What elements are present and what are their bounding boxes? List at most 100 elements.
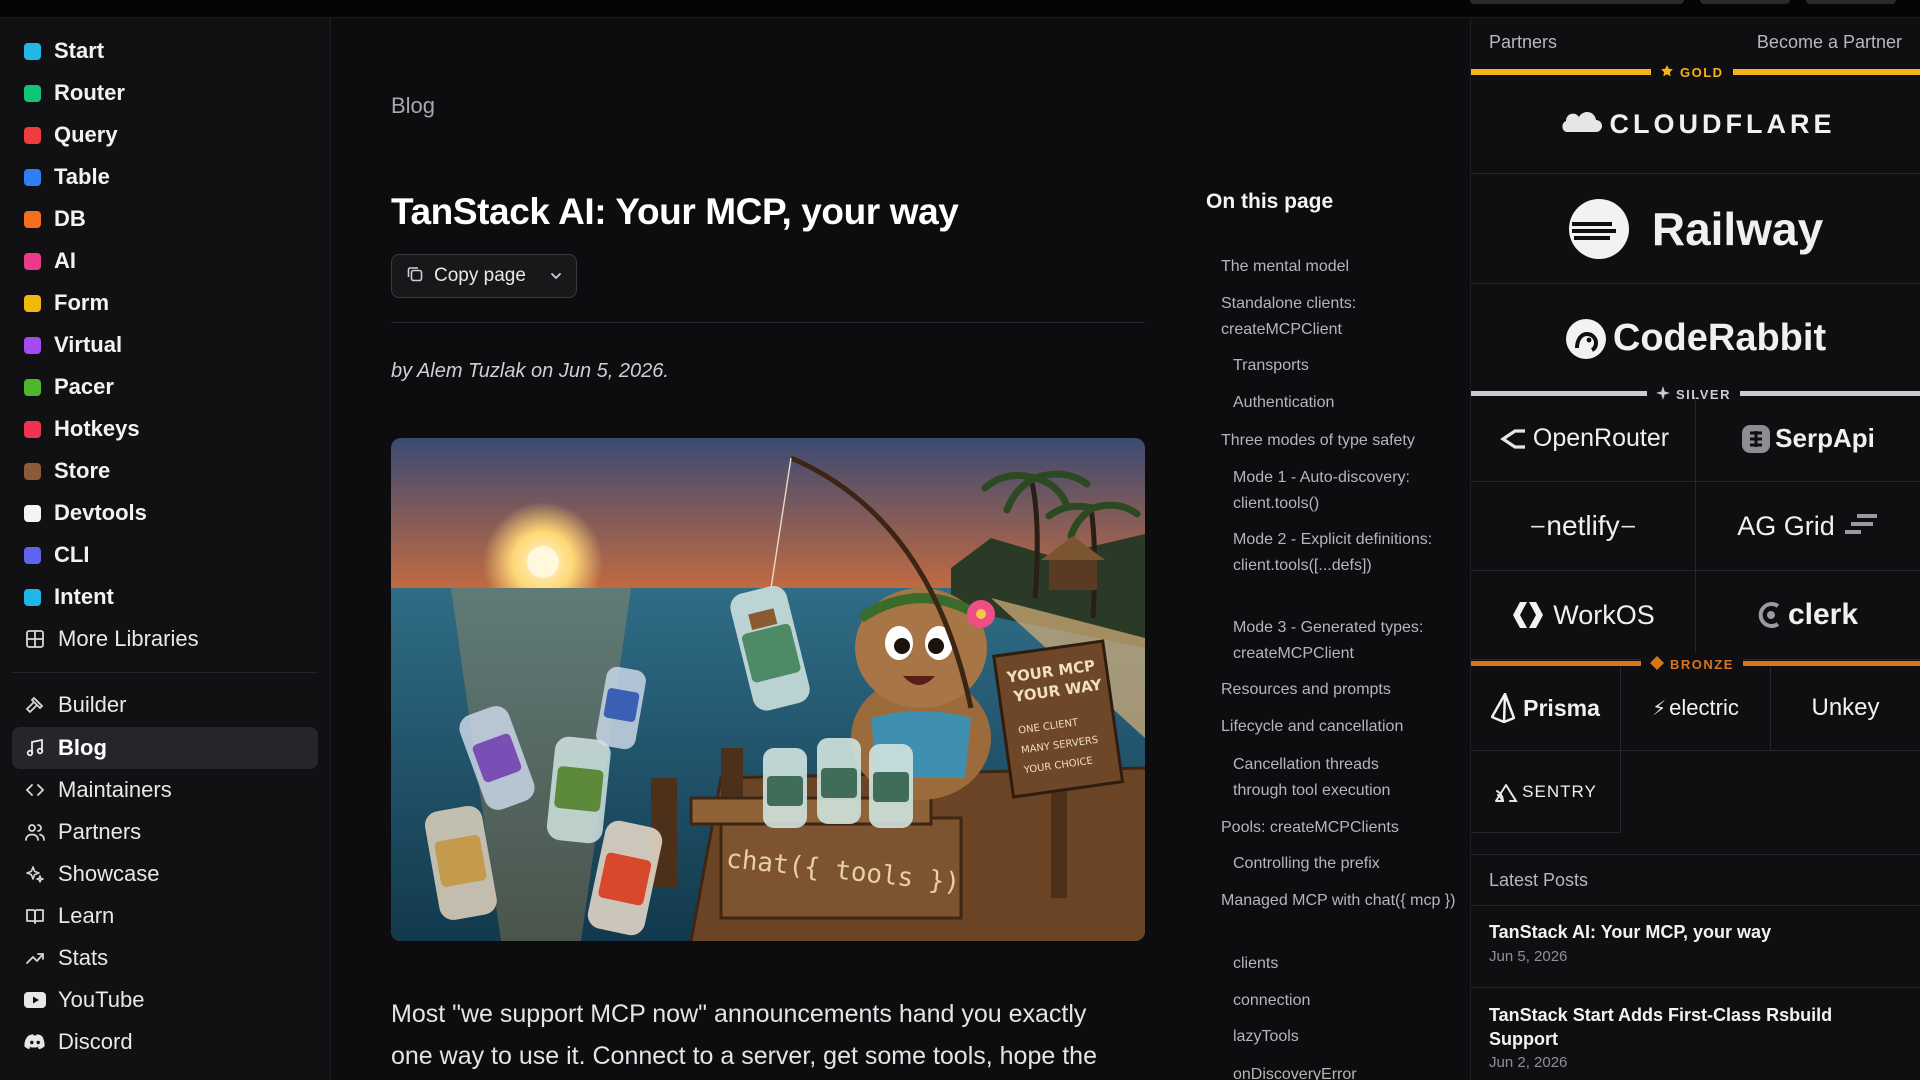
library-table[interactable]: Table <box>24 160 110 194</box>
latest-divider <box>1471 905 1920 906</box>
library-ai[interactable]: AI <box>24 244 76 278</box>
toc-item[interactable]: Mode 2 - Explicit definitions: client.to… <box>1233 527 1433 579</box>
top-control[interactable] <box>1700 0 1790 4</box>
code-brackets-icon <box>24 779 46 801</box>
music-note-icon <box>24 737 46 759</box>
partner-logo-railway[interactable]: Railway <box>1471 174 1920 284</box>
toc-item[interactable]: The mental model <box>1221 254 1457 280</box>
sparkles-icon <box>24 863 46 885</box>
latest-posts-heading: Latest Posts <box>1489 870 1589 890</box>
nav-item-maintainers[interactable]: Maintainers <box>12 769 318 811</box>
toc-item[interactable]: Standalone clients: createMCPClient <box>1221 291 1457 343</box>
library-label: Router <box>54 80 125 105</box>
serpapi-icon <box>1742 424 1771 453</box>
library-label: AI <box>54 248 76 273</box>
nav-label: YouTube <box>58 987 145 1012</box>
library-virtual[interactable]: Virtual <box>24 328 122 362</box>
library-hotkeys[interactable]: Hotkeys <box>24 412 140 446</box>
library-db[interactable]: DB <box>24 202 86 236</box>
partners-heading: Partners <box>1489 32 1558 52</box>
article-body-line: Most "we support MCP now" announcements … <box>391 1000 1087 1028</box>
library-router[interactable]: Router <box>24 76 125 110</box>
toc-item[interactable]: Controlling the prefix <box>1233 851 1457 877</box>
latest-post-title[interactable]: TanStack AI: Your MCP, your way <box>1489 920 1889 944</box>
breadcrumb[interactable]: Blog <box>391 93 435 119</box>
library-intent[interactable]: Intent <box>24 580 114 614</box>
toc-item[interactable]: Mode 1 - Auto-discovery: client.tools() <box>1233 465 1457 517</box>
partner-logo-coderabbit[interactable]: CodeRabbit <box>1471 284 1920 394</box>
copy-icon <box>406 265 424 288</box>
library-color-dot <box>24 42 41 60</box>
cloud-icon <box>1561 112 1602 132</box>
partner-logo-openrouter[interactable]: OpenRouter <box>1471 396 1696 482</box>
partner-logo-serpapi[interactable]: SerpApi <box>1696 396 1920 482</box>
library-pacer[interactable]: Pacer <box>24 370 114 404</box>
copy-page-button[interactable]: Copy page <box>391 254 577 298</box>
library-color-dot <box>24 504 41 522</box>
page-title: TanStack AI: Your MCP, your way <box>391 191 959 232</box>
library-start[interactable]: Start <box>24 34 104 68</box>
toc-item[interactable]: Transports <box>1233 353 1457 379</box>
partner-name: SENTRY <box>1522 781 1597 801</box>
library-label: DB <box>54 206 86 231</box>
more-libraries-link[interactable]: More Libraries <box>24 622 199 656</box>
become-partner-link[interactable]: Become a Partner <box>1757 32 1902 53</box>
toc-item[interactable]: Resources and prompts <box>1221 677 1457 703</box>
nav-item-youtube[interactable]: YouTube <box>12 979 318 1021</box>
chevron-down-icon <box>548 268 564 289</box>
nav-item-learn[interactable]: Learn <box>12 895 318 937</box>
toc-item[interactable]: Three modes of type safety <box>1221 428 1457 454</box>
library-color-dot <box>24 126 41 144</box>
partner-name: Railway <box>1651 202 1824 255</box>
trending-up-icon <box>24 947 46 969</box>
partner-name: electric <box>1669 695 1739 720</box>
sidebar-divider <box>12 672 318 673</box>
library-store[interactable]: Store <box>24 454 110 488</box>
partner-logo-unkey[interactable]: Unkey <box>1771 666 1920 751</box>
library-label: Intent <box>54 584 114 609</box>
latest-post-title[interactable]: TanStack Start Adds First-Class Rsbuild … <box>1489 1003 1889 1051</box>
article-body-line: one way to use it. Connect to a server, … <box>391 1042 1097 1070</box>
library-cli[interactable]: CLI <box>24 538 89 572</box>
users-icon <box>24 821 46 843</box>
toc-item[interactable]: Lifecycle and cancellation <box>1221 714 1457 740</box>
partner-logo-clerk[interactable]: clerk <box>1696 571 1920 660</box>
nav-item-builder[interactable]: Builder <box>12 684 318 726</box>
nav-item-showcase[interactable]: Showcase <box>12 853 318 895</box>
library-devtools[interactable]: Devtools <box>24 496 147 530</box>
toc-item[interactable]: clients <box>1233 951 1457 977</box>
partner-logo-workos[interactable]: WorkOS <box>1471 571 1696 660</box>
partner-name: CodeRabbit <box>1612 317 1827 359</box>
latest-post-date: Jun 2, 2026 <box>1489 1054 1568 1071</box>
library-color-dot <box>24 84 41 102</box>
partner-logo-prisma[interactable]: Prisma <box>1471 666 1621 751</box>
nav-item-stats[interactable]: Stats <box>12 937 318 979</box>
top-control[interactable] <box>1470 0 1684 4</box>
top-control[interactable] <box>1806 0 1896 4</box>
partner-logo-netlify[interactable]: – netlify – <box>1471 482 1696 571</box>
nav-label: Learn <box>58 903 115 928</box>
toc-item[interactable]: Managed MCP with chat({ mcp }) <box>1221 888 1457 914</box>
nav-item-partners[interactable]: Partners <box>12 811 318 853</box>
toc-item[interactable]: Mode 3 - Generated types: createMCPClien… <box>1233 615 1457 667</box>
toc-item[interactable]: connection <box>1233 988 1457 1014</box>
toc-item[interactable]: Authentication <box>1233 390 1457 416</box>
nav-label: Builder <box>58 692 127 717</box>
toc-item[interactable]: onDiscoveryError <box>1233 1062 1457 1080</box>
toc-item[interactable]: Pools: createMCPClients <box>1221 815 1457 841</box>
nav-item-discord[interactable]: Discord <box>12 1021 318 1063</box>
partner-logo-electric[interactable]: ⚡︎ electric <box>1621 666 1771 751</box>
top-bar <box>0 0 1920 18</box>
partner-logo-sentry[interactable]: SENTRY <box>1471 751 1621 833</box>
toc-item[interactable]: lazyTools <box>1233 1024 1457 1050</box>
partner-logo-ag-grid[interactable]: AG Grid <box>1696 482 1920 571</box>
toc-item[interactable]: Cancellation threads through tool execut… <box>1233 752 1433 804</box>
article-main: Blog TanStack AI: Your MCP, your way Cop… <box>331 18 1470 1080</box>
library-query[interactable]: Query <box>24 118 118 152</box>
partner-logo-cloudflare[interactable]: CLOUDFLARE <box>1471 75 1920 174</box>
nav-item-blog[interactable]: Blog <box>12 727 318 769</box>
clerk-icon <box>1758 602 1780 628</box>
partner-name: Prisma <box>1523 694 1600 721</box>
library-label: Devtools <box>54 500 147 525</box>
library-form[interactable]: Form <box>24 286 109 320</box>
